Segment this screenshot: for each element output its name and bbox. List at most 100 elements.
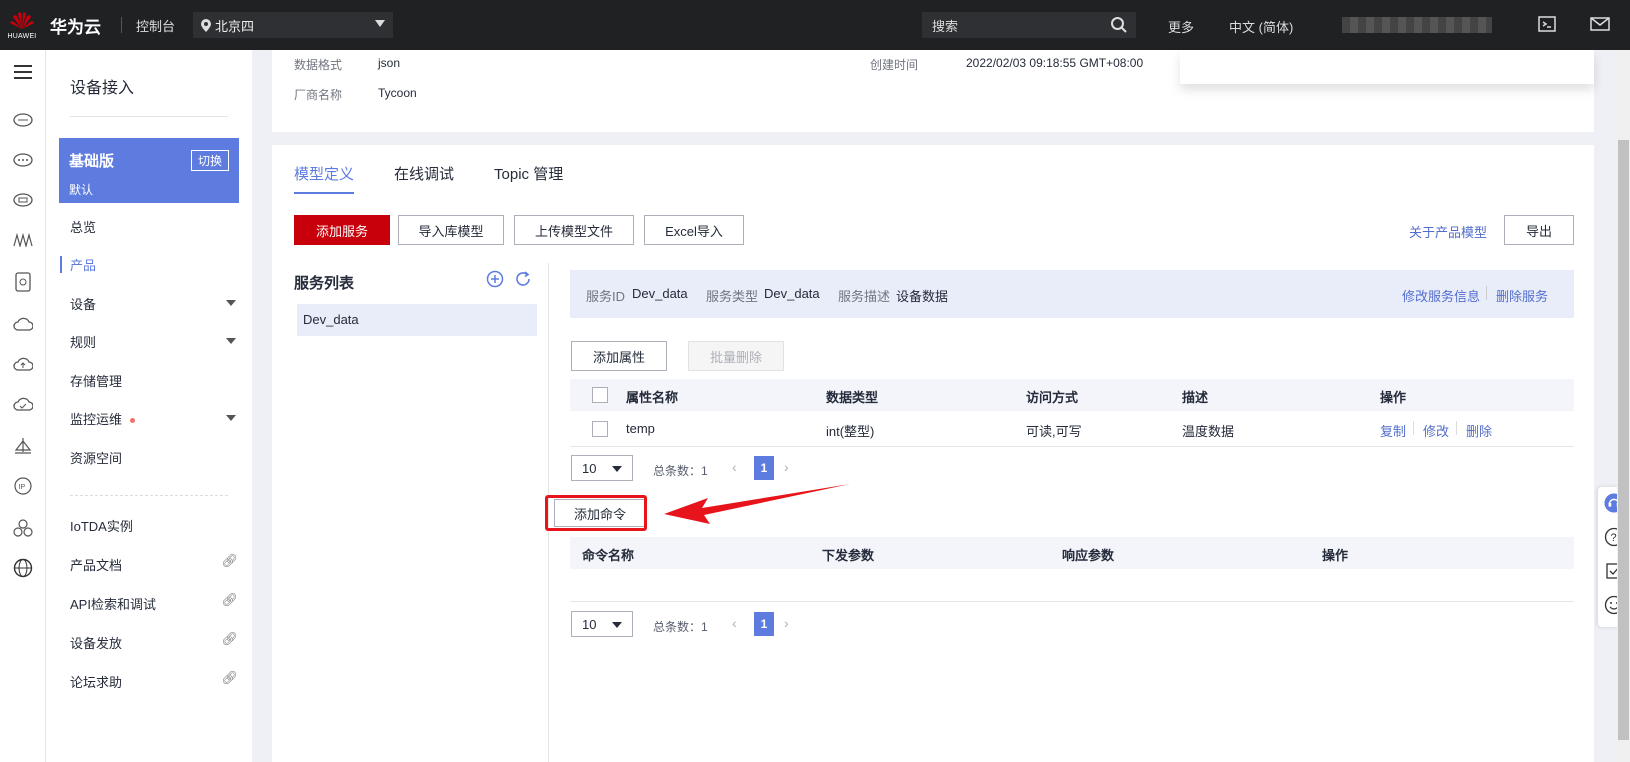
sidebar-item-overview[interactable]: 总览 xyxy=(70,217,240,237)
scrollbar-thumb[interactable] xyxy=(1618,140,1629,740)
external-link-icon: 🔗︎ xyxy=(221,631,238,646)
region-selector[interactable]: 北京四 xyxy=(193,12,394,38)
edit-link[interactable]: 修改 xyxy=(1423,421,1449,440)
svg-text:?: ? xyxy=(1611,532,1617,544)
svg-text:IP: IP xyxy=(19,484,26,491)
column-header: 访问方式 xyxy=(1026,390,1079,405)
search-icon[interactable] xyxy=(1110,16,1128,34)
chevron-down-icon xyxy=(226,300,236,306)
sidebar-item-forum[interactable]: 论坛求助 🔗︎ xyxy=(70,670,240,692)
wave-monitor-icon[interactable] xyxy=(11,228,35,252)
annotation-arrow-icon xyxy=(664,484,850,524)
divider xyxy=(70,116,228,117)
upload-model-file-button[interactable]: 上传模型文件 xyxy=(514,215,634,245)
console-link[interactable]: 控制台 xyxy=(136,16,175,35)
device-icon[interactable] xyxy=(11,270,35,294)
service-list-item[interactable]: Dev_data xyxy=(297,304,537,336)
next-page-icon[interactable]: › xyxy=(784,615,789,631)
edit-service-link[interactable]: 修改服务信息 xyxy=(1402,286,1480,305)
cloud-check-icon[interactable] xyxy=(11,392,35,416)
table-bottom-border xyxy=(570,601,1574,602)
excel-import-button[interactable]: Excel导入 xyxy=(644,215,744,245)
page-number-current[interactable]: 1 xyxy=(754,612,774,636)
sidebar-item-products[interactable]: 产品 xyxy=(60,255,240,275)
about-product-model-link[interactable]: 关于产品模型 xyxy=(1409,222,1487,241)
side-navigation: 设备接入 基础版 默认 切换 总览 产品 设备 规则 存储管理 监控运维 资源空… xyxy=(46,50,252,762)
created-value: 2022/02/03 09:18:55 GMT+08:00 xyxy=(966,56,1144,70)
mail-icon[interactable] xyxy=(1590,15,1610,33)
sidebar-item-resource-space[interactable]: 资源空间 xyxy=(70,448,240,468)
add-service-button[interactable]: 添加服务 xyxy=(294,215,390,245)
sidebar-item-iotda-instance[interactable]: IoTDA实例 xyxy=(70,516,240,536)
add-property-button[interactable]: 添加属性 xyxy=(571,341,667,371)
property-table-header: 属性名称 数据类型 访问方式 描述 操作 xyxy=(570,379,1574,411)
page-scrollbar[interactable] xyxy=(1617,50,1630,762)
table-row: temp int(整型) 可读,可写 温度数据 复制 修改 删除 xyxy=(570,411,1574,447)
cloud-db-icon[interactable] xyxy=(11,188,35,212)
sail-icon[interactable] xyxy=(11,434,35,458)
link-separator xyxy=(1413,421,1414,435)
service-id-label: 服务ID xyxy=(586,289,626,304)
row-checkbox[interactable] xyxy=(592,421,608,437)
divider xyxy=(121,17,122,33)
cluster-icon[interactable] xyxy=(11,516,35,540)
page-size-select[interactable]: 10 xyxy=(571,455,633,481)
cloud-shell-icon[interactable] xyxy=(1538,15,1556,33)
prev-page-icon[interactable]: ‹ xyxy=(732,459,737,475)
brand-name[interactable]: 华为云 xyxy=(50,13,101,38)
hamburger-menu-icon[interactable] xyxy=(11,60,35,84)
sidebar-item-api-explorer[interactable]: API检索和调试 🔗︎ xyxy=(70,592,240,614)
sidebar-item-storage[interactable]: 存储管理 xyxy=(70,371,240,391)
cloud-icon[interactable] xyxy=(11,312,35,336)
column-header: 操作 xyxy=(1380,390,1407,405)
delete-link[interactable]: 删除 xyxy=(1466,421,1492,440)
service-list-title: 服务列表 xyxy=(294,275,355,292)
more-menu[interactable]: 更多 xyxy=(1168,17,1194,36)
globe-icon[interactable] xyxy=(11,556,35,580)
tab-topic-management[interactable]: Topic 管理 xyxy=(494,163,563,194)
notification-dot xyxy=(130,418,136,424)
sidebar-item-rules[interactable]: 规则 xyxy=(70,332,240,352)
sidebar-item-device-provisioning[interactable]: 设备发放 🔗︎ xyxy=(70,631,240,653)
tab-online-debug[interactable]: 在线调试 xyxy=(394,163,454,194)
next-page-icon[interactable]: › xyxy=(784,459,789,475)
import-library-model-button[interactable]: 导入库模型 xyxy=(398,215,504,245)
region-label: 北京四 xyxy=(215,18,255,34)
vendor-label: 厂商名称 xyxy=(294,88,343,102)
user-account-blurred[interactable] xyxy=(1342,17,1492,33)
tab-model-definition[interactable]: 模型定义 xyxy=(294,163,355,194)
chevron-down-icon xyxy=(612,466,622,472)
page-number-current[interactable]: 1 xyxy=(754,456,774,480)
link-separator xyxy=(1486,286,1487,300)
property-access: 可读,可写 xyxy=(1026,424,1082,439)
switch-edition-button[interactable]: 切换 xyxy=(190,150,229,171)
copy-link[interactable]: 复制 xyxy=(1380,421,1406,440)
created-label: 创建时间 xyxy=(870,58,919,72)
page-size-select[interactable]: 10 xyxy=(571,611,633,637)
page-size-value: 10 xyxy=(582,617,597,632)
sidebar-item-label: 总览 xyxy=(70,220,97,235)
cloud-dots-icon[interactable] xyxy=(11,148,35,172)
sidebar-item-monitoring[interactable]: 监控运维 xyxy=(70,409,240,429)
ip-icon[interactable]: IP xyxy=(11,474,35,498)
export-button[interactable]: 导出 xyxy=(1504,215,1574,245)
huawei-logo[interactable]: HUAWEI xyxy=(0,0,44,50)
sidebar-item-label: 论坛求助 xyxy=(70,675,123,690)
delete-service-link[interactable]: 删除服务 xyxy=(1496,286,1548,305)
cloud-server-icon[interactable] xyxy=(11,108,35,132)
column-header: 属性名称 xyxy=(626,390,679,405)
edition-card[interactable]: 基础版 默认 切换 xyxy=(59,138,239,203)
search-input[interactable]: 搜索 xyxy=(922,12,1136,38)
select-all-checkbox[interactable] xyxy=(592,387,608,403)
prev-page-icon[interactable]: ‹ xyxy=(732,615,737,631)
sidebar-item-label: 产品 xyxy=(70,258,97,273)
language-selector[interactable]: 中文 (简体) xyxy=(1229,17,1293,36)
format-value: json xyxy=(378,56,401,70)
add-circle-icon[interactable] xyxy=(486,270,504,288)
sidebar-item-devices[interactable]: 设备 xyxy=(70,294,240,314)
refresh-icon[interactable] xyxy=(514,270,532,288)
cloud-upload-icon[interactable] xyxy=(11,352,35,376)
sidebar-item-product-docs[interactable]: 产品文档 🔗︎ xyxy=(70,553,240,575)
search-placeholder: 搜索 xyxy=(932,18,959,34)
batch-delete-button[interactable]: 批量删除 xyxy=(688,341,784,371)
